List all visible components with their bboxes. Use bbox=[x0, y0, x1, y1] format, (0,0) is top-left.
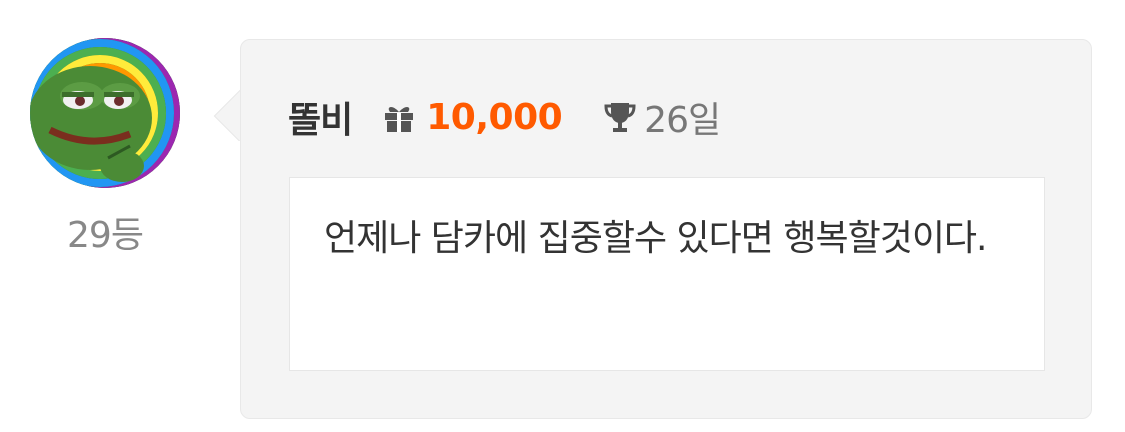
comment-meta: 똘비 10,000 26일 bbox=[288, 91, 721, 143]
comment-text: 언제나 담카에 집중할수 있다면 행복할것이다. bbox=[324, 218, 988, 259]
avatar[interactable] bbox=[30, 38, 180, 188]
days-group: 26일 bbox=[604, 91, 721, 143]
bubble-pointer bbox=[206, 89, 242, 141]
comment-message-box: 언제나 담카에 집중할수 있다면 행복할것이다. bbox=[289, 177, 1045, 371]
points-group: 10,000 bbox=[382, 96, 563, 138]
author-nickname[interactable]: 똘비 bbox=[288, 91, 353, 143]
pepe-frog-avatar-icon bbox=[30, 38, 180, 188]
days-value: 26일 bbox=[644, 100, 721, 141]
points-value: 10,000 bbox=[426, 96, 563, 138]
trophy-icon bbox=[604, 103, 636, 132]
comment-entry: 29등 똘비 10,000 26일 언제나 담카에 집중할수 있다면 행복할것이… bbox=[0, 0, 1125, 432]
rank-label: 29등 bbox=[67, 215, 144, 256]
gift-icon bbox=[385, 107, 414, 132]
